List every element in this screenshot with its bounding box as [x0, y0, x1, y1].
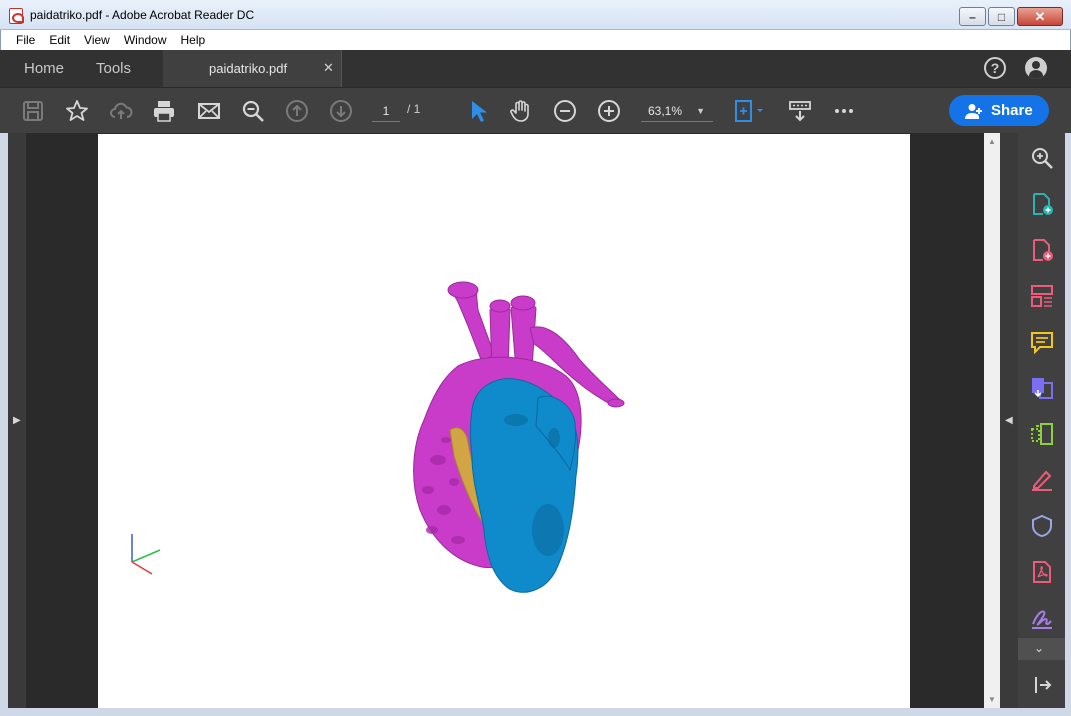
create-pdf-icon[interactable]: [1030, 192, 1054, 216]
expand-left-icon: ▶: [13, 415, 21, 426]
maximize-button[interactable]: □: [988, 7, 1015, 26]
heart-3d-model[interactable]: [398, 270, 638, 605]
scroll-down-icon[interactable]: ▼: [988, 695, 996, 704]
tab-bar: Home Tools paidatriko.pdf ✕ ?: [0, 50, 1071, 87]
keyboard-scroll-icon[interactable]: [788, 99, 812, 123]
left-pane-toggle[interactable]: ▶: [8, 133, 26, 708]
maximize-icon: □: [997, 10, 1006, 24]
vertical-scrollbar[interactable]: ▲ ▼: [984, 133, 1000, 708]
share-button[interactable]: Share: [949, 95, 1049, 126]
help-icon[interactable]: ?: [984, 57, 1006, 79]
close-icon: ✕: [1034, 9, 1046, 24]
next-page-icon[interactable]: [329, 99, 353, 123]
close-window-button[interactable]: ✕: [1017, 7, 1063, 26]
zoom-level-value: 63,1%: [648, 104, 683, 118]
window-titlebar: paidatriko.pdf - Adobe Acrobat Reader DC…: [0, 0, 1071, 30]
window-title: paidatriko.pdf - Adobe Acrobat Reader DC: [30, 8, 255, 22]
select-cursor-icon[interactable]: [466, 99, 490, 123]
zoom-out-icon[interactable]: [553, 99, 577, 123]
tab-document[interactable]: paidatriko.pdf ✕: [163, 50, 342, 87]
fill-sign-icon[interactable]: [1030, 468, 1054, 492]
tab-home[interactable]: Home: [24, 60, 64, 77]
acrobat-app-icon: [9, 8, 24, 24]
print-icon[interactable]: [152, 99, 176, 123]
add-user-icon: [965, 104, 982, 119]
signature-icon[interactable]: [1030, 606, 1054, 630]
right-pane-toggle[interactable]: ◀: [1000, 133, 1018, 708]
document-tab-label: paidatriko.pdf: [209, 61, 288, 76]
compress-pdf-icon[interactable]: [1030, 422, 1054, 446]
email-icon[interactable]: [197, 99, 221, 123]
page-number-input[interactable]: 1: [372, 100, 400, 122]
collapse-rail-icon[interactable]: [1030, 673, 1054, 697]
combine-files-icon[interactable]: [1030, 376, 1054, 400]
zoom-in-icon[interactable]: [597, 99, 621, 123]
window-controls: – □ ✕: [959, 7, 1063, 26]
menu-help[interactable]: Help: [174, 30, 213, 50]
hand-tool-icon[interactable]: [509, 99, 533, 123]
menu-window[interactable]: Window: [117, 30, 174, 50]
more-options-icon[interactable]: [832, 99, 856, 123]
minimize-icon: –: [969, 10, 976, 24]
close-tab-icon[interactable]: ✕: [323, 60, 334, 76]
scroll-up-icon[interactable]: ▲: [988, 137, 996, 146]
zoom-level-dropdown[interactable]: 63,1% ▼: [641, 100, 713, 122]
menu-file[interactable]: File: [9, 30, 42, 50]
expand-right-icon: ◀: [1005, 415, 1013, 426]
export-pdf-icon[interactable]: [1030, 238, 1054, 262]
3d-axes-icon: [131, 534, 161, 575]
previous-page-icon[interactable]: [285, 99, 309, 123]
zoom-search-icon[interactable]: [1030, 146, 1054, 170]
upload-cloud-icon[interactable]: [109, 99, 133, 123]
tools-rail: ⌄: [1018, 133, 1065, 708]
chevron-down-icon: ⌄: [1034, 641, 1045, 655]
share-label: Share: [991, 102, 1033, 119]
bookmark-star-icon[interactable]: [65, 99, 89, 123]
save-icon[interactable]: [21, 99, 45, 123]
minimize-button[interactable]: –: [959, 7, 986, 26]
window-bottom-border: [0, 708, 1071, 716]
page-total: / 1: [407, 102, 421, 116]
main-toolbar: 1 / 1 63,1% ▼ Share: [0, 87, 1071, 133]
menu-bar: File Edit View Window Help: [0, 30, 1071, 50]
search-zoom-icon[interactable]: [241, 99, 265, 123]
more-tools-button[interactable]: ⌄: [1018, 638, 1065, 660]
comment-icon[interactable]: [1030, 330, 1054, 355]
account-icon[interactable]: [1025, 57, 1047, 79]
chevron-down-icon: ▼: [696, 106, 705, 116]
menu-edit[interactable]: Edit: [42, 30, 77, 50]
protect-shield-icon[interactable]: [1030, 514, 1054, 538]
fit-page-icon[interactable]: [733, 99, 767, 123]
tab-tools[interactable]: Tools: [96, 60, 131, 77]
acrobat-pdf-icon[interactable]: [1030, 560, 1054, 584]
organize-pages-icon[interactable]: [1030, 284, 1054, 308]
menu-view[interactable]: View: [77, 30, 117, 50]
